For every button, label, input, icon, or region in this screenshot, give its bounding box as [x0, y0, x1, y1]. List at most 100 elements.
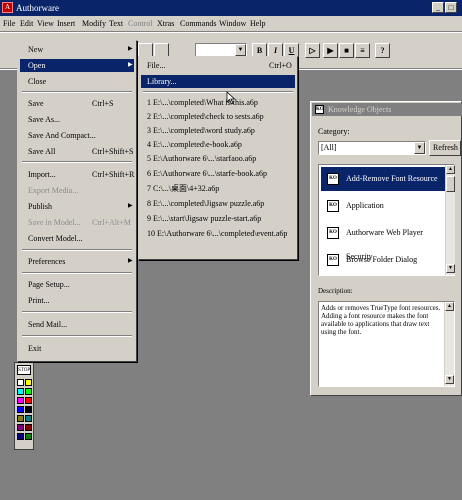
- menu-separator: [22, 272, 132, 274]
- minimize-button[interactable]: _: [432, 2, 444, 13]
- description-box: Adds or removes TrueType font resources.…: [318, 301, 455, 387]
- scroll-thumb[interactable]: [446, 176, 455, 192]
- color-swatch[interactable]: [25, 388, 32, 395]
- menu-item-print[interactable]: Print...: [20, 294, 134, 307]
- color-swatch[interactable]: [25, 406, 32, 413]
- recent-file-item[interactable]: 4 E:\...\completed\e-book.a6p: [141, 138, 295, 151]
- help-pointer-icon[interactable]: ?: [375, 43, 390, 58]
- chevron-down-icon[interactable]: ▼: [414, 142, 425, 154]
- recent-file-item[interactable]: 7 C:\...\桌面\4+32.a6p: [141, 182, 295, 195]
- menu-item-open[interactable]: Open ▶: [20, 59, 134, 72]
- menu-view[interactable]: View: [37, 19, 54, 29]
- stop-flag-icon[interactable]: STOP: [17, 365, 31, 375]
- menu-file[interactable]: File: [3, 19, 15, 29]
- list-item[interactable]: KO Application: [321, 194, 447, 218]
- color-swatch[interactable]: [17, 379, 24, 386]
- refresh-button[interactable]: Refresh: [429, 140, 461, 156]
- description-scrollbar[interactable]: ▲ ▼: [444, 302, 454, 386]
- menu-item-save-all[interactable]: Save All Ctrl+Shift+S: [20, 145, 134, 158]
- menu-bar: File Edit View Insert Modify Text Contro…: [0, 16, 462, 32]
- menu-item-convert-model[interactable]: Convert Model...: [20, 232, 134, 245]
- recent-file-item[interactable]: 5 E:\Authorware 6\...\starfaoo.a6p: [141, 152, 295, 165]
- menu-item-open-library[interactable]: Library...: [141, 75, 295, 88]
- menu-item-export-media[interactable]: Export Media...: [20, 184, 134, 197]
- menu-item-save-in-model[interactable]: Save in Model... Ctrl+Alt+M: [20, 216, 134, 229]
- title-bar: A Authorware _ □: [0, 0, 462, 16]
- knowledge-objects-panel: KO Knowledge Objects Category: [All] ▼ R…: [310, 101, 462, 396]
- menu-item-close[interactable]: Close: [20, 75, 134, 88]
- open-submenu: File... Ctrl+O Library... 1 E:\...\comple…: [138, 56, 298, 260]
- knowledge-object-icon: KO: [315, 105, 324, 114]
- recent-file-item[interactable]: 9 E:\...\start\Jigsaw puzzle-start.a6p: [141, 212, 295, 225]
- knowledge-object-icon: KO: [327, 200, 339, 212]
- menu-separator: [22, 311, 132, 313]
- control-panel-icon[interactable]: ■: [339, 43, 354, 58]
- menu-item-exit[interactable]: Exit: [20, 342, 134, 355]
- color-swatch[interactable]: [17, 406, 24, 413]
- color-swatch[interactable]: [17, 388, 24, 395]
- category-select[interactable]: [All] ▼: [318, 141, 426, 155]
- mouse-cursor-icon: [226, 91, 236, 105]
- style-combo[interactable]: ▼: [195, 43, 247, 57]
- menu-item-publish[interactable]: Publish ▶: [20, 200, 134, 213]
- list-item[interactable]: KO Authorware Web Player Security: [321, 221, 447, 261]
- maximize-button[interactable]: □: [445, 2, 457, 13]
- play-icon[interactable]: ▶: [323, 43, 338, 58]
- list-item-label: Application: [346, 201, 384, 210]
- list-item[interactable]: KO Add-Remove Font Resource: [321, 167, 447, 191]
- menu-item-save-and-compact[interactable]: Save And Compact...: [20, 129, 134, 142]
- color-swatch[interactable]: [25, 397, 32, 404]
- menu-help[interactable]: Help: [250, 19, 266, 29]
- color-swatch[interactable]: [17, 397, 24, 404]
- category-value: [All]: [321, 143, 337, 152]
- menu-window[interactable]: Window: [219, 19, 246, 29]
- list-item-label: Browse Folder Dialog: [346, 255, 418, 264]
- menu-item-save[interactable]: Save Ctrl+S: [20, 97, 134, 110]
- color-swatch[interactable]: [25, 415, 32, 422]
- menu-item-send-mail[interactable]: Send Mail...: [20, 318, 134, 331]
- color-swatch[interactable]: [25, 424, 32, 431]
- window-title: Authorware: [16, 3, 59, 13]
- recent-file-item[interactable]: 10 E:\Authorware 6\...\completed\event.a…: [141, 227, 295, 240]
- recent-file-item[interactable]: 6 E:\Authorware 6\...\starfe-book.a6p: [141, 167, 295, 180]
- color-swatch[interactable]: [25, 379, 32, 386]
- authorware-app-icon[interactable]: A: [2, 2, 13, 13]
- functions-icon[interactable]: ≡: [355, 43, 370, 58]
- chevron-down-icon[interactable]: ▼: [235, 44, 246, 56]
- color-swatch[interactable]: [17, 424, 24, 431]
- menu-item-open-file[interactable]: File... Ctrl+O: [141, 59, 295, 72]
- scroll-up-icon[interactable]: ▲: [446, 165, 455, 174]
- menu-item-preferences[interactable]: Preferences ▶: [20, 255, 134, 268]
- panel-title-bar[interactable]: KO Knowledge Objects: [312, 103, 462, 116]
- recent-file-item[interactable]: 3 E:\...\completed\word study.a6p: [141, 124, 295, 137]
- description-text: Adds or removes TrueType font resources.…: [321, 304, 441, 336]
- menu-item-new[interactable]: New ▶: [20, 43, 134, 56]
- menu-separator: [22, 335, 132, 337]
- menu-item-import[interactable]: Import... Ctrl+Shift+R: [20, 168, 134, 181]
- color-swatch[interactable]: [25, 433, 32, 440]
- menu-commands[interactable]: Commands: [180, 19, 216, 29]
- scroll-down-icon[interactable]: ▼: [445, 375, 454, 384]
- color-swatch[interactable]: [17, 415, 24, 422]
- restart-button[interactable]: ▷: [305, 43, 320, 58]
- file-menu: New ▶ Open ▶ Close Save Ctrl+S Save As... S…: [17, 40, 137, 362]
- menu-item-page-setup[interactable]: Page Setup...: [20, 278, 134, 291]
- recent-file-item[interactable]: 2 E:\...\completed\check to sests.a6p: [141, 110, 295, 123]
- color-swatch[interactable]: [17, 433, 24, 440]
- list-item[interactable]: KO Browse Folder Dialog: [321, 248, 447, 272]
- menu-item-save-as[interactable]: Save As...: [20, 113, 134, 126]
- menu-xtras[interactable]: Xtras: [157, 19, 174, 29]
- menu-control[interactable]: Control: [128, 19, 152, 29]
- scroll-up-icon[interactable]: ▲: [445, 302, 454, 311]
- knowledge-object-icon: KO: [327, 254, 339, 266]
- recent-file-item[interactable]: 1 E:\...\completed\What is this.a6p: [141, 96, 295, 109]
- menu-edit[interactable]: Edit: [20, 19, 33, 29]
- menu-insert[interactable]: Insert: [57, 19, 75, 29]
- recent-file-item[interactable]: 8 E:\...\completed\Jigsaw puzzle.a6p: [141, 197, 295, 210]
- menu-modify[interactable]: Modify: [82, 19, 106, 29]
- icon-palette: STOP: [14, 362, 34, 450]
- menu-separator: [22, 161, 132, 163]
- menu-text[interactable]: Text: [109, 19, 123, 29]
- scroll-down-icon[interactable]: ▼: [446, 264, 455, 273]
- list-scrollbar[interactable]: ▲ ▼: [445, 165, 455, 275]
